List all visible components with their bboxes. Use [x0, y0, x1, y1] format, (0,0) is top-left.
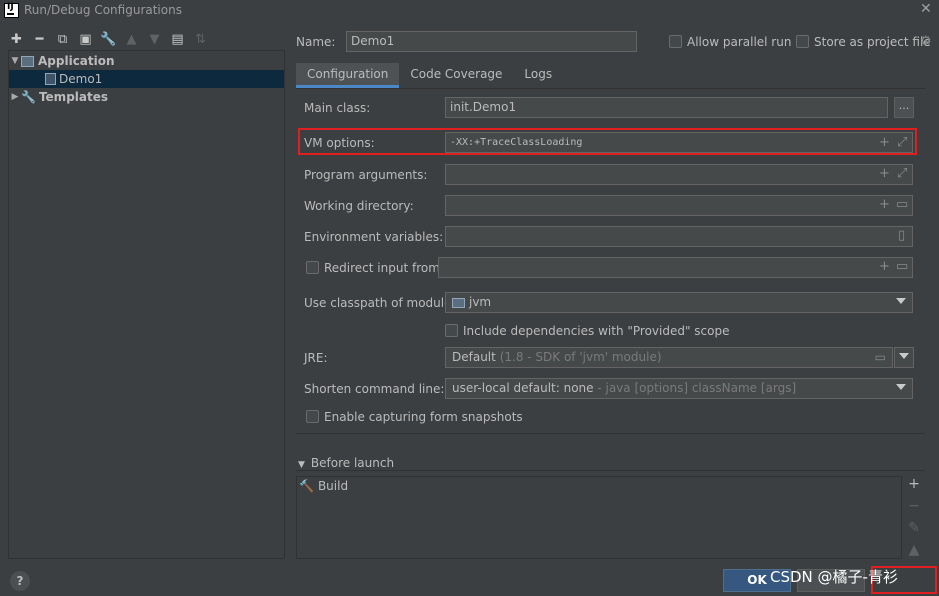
shorten-label: Shorten command line:: [304, 382, 445, 396]
chevron-down-icon: [896, 298, 906, 304]
watermark-text: CSDN @橘子-青衫: [770, 568, 898, 586]
main-class-label: Main class:: [304, 101, 371, 115]
env-vars-label: Environment variables:: [304, 230, 444, 244]
run-config-icon: [45, 73, 56, 85]
tab-configuration[interactable]: Configuration: [296, 63, 400, 88]
tree-item-label: Demo1: [59, 72, 103, 86]
module-icon: [452, 297, 465, 308]
help-button[interactable]: ?: [10, 571, 30, 591]
jre-value: Default: [452, 350, 496, 364]
working-dir-label: Working directory:: [304, 199, 414, 213]
before-launch-label: Before launch: [310, 456, 395, 470]
folder-icon[interactable]: ▭: [875, 350, 886, 364]
tab-code-coverage[interactable]: Code Coverage: [399, 63, 513, 88]
configuration-tree: ▼ Application Demo1 ▶ 🔧 Templates: [8, 50, 285, 559]
chevron-down-icon: [896, 384, 906, 390]
remove-icon[interactable]: −: [904, 498, 924, 520]
name-label: Name:: [296, 35, 336, 49]
window-title: Run/Debug Configurations: [24, 3, 182, 17]
before-launch-divider: [296, 433, 925, 434]
classpath-value: jvm: [469, 295, 492, 309]
chevron-down-icon[interactable]: ▼: [9, 56, 21, 66]
hammer-icon: 🔨: [299, 479, 314, 493]
jre-hint: (1.8 - SDK of 'jvm' module): [499, 350, 662, 364]
expand-icon[interactable]: ⤢: [897, 135, 907, 150]
chevron-down-icon: ▼: [298, 460, 305, 470]
sort-icon[interactable]: ⇅: [192, 31, 209, 48]
name-field[interactable]: Demo1: [346, 31, 637, 52]
wrench-icon[interactable]: 🔧: [100, 31, 117, 48]
jre-field[interactable]: Default (1.8 - SDK of 'jvm' module) ▭: [445, 347, 893, 368]
jre-label: JRE:: [304, 351, 328, 365]
browse-button[interactable]: ...: [894, 97, 914, 118]
include-deps-label: Include dependencies with "Provided" sco…: [463, 324, 730, 338]
folder-icon[interactable]: ▭: [896, 197, 908, 212]
remove-icon[interactable]: ━: [31, 31, 48, 48]
before-launch-header[interactable]: ▼ Before launch: [298, 456, 394, 470]
allow-parallel-checkbox[interactable]: [669, 35, 682, 48]
redirect-field[interactable]: [438, 257, 913, 278]
working-dir-field[interactable]: [445, 195, 913, 216]
program-args-label: Program arguments:: [304, 168, 428, 182]
shorten-hint: - java [options] className [args]: [597, 381, 797, 395]
before-launch-list: 🔨 Build: [296, 476, 902, 559]
snapshots-checkbox[interactable]: [306, 410, 319, 423]
add-icon[interactable]: +: [879, 135, 890, 150]
copy-icon[interactable]: ⧉: [54, 31, 71, 48]
chevron-down-icon: [899, 353, 909, 359]
allow-parallel-label: Allow parallel run: [687, 35, 792, 49]
tab-logs[interactable]: Logs: [513, 63, 563, 88]
add-icon[interactable]: +: [879, 166, 890, 181]
add-icon[interactable]: ✚: [8, 31, 25, 48]
env-vars-field[interactable]: [445, 226, 913, 247]
add-icon[interactable]: +: [879, 259, 890, 274]
application-folder-icon: [21, 55, 34, 67]
list-item[interactable]: 🔨 Build: [299, 479, 348, 493]
move-down-icon[interactable]: ▼: [146, 31, 163, 48]
store-project-checkbox[interactable]: [796, 35, 809, 48]
add-icon[interactable]: +: [904, 476, 924, 498]
vm-options-field[interactable]: -XX:+TraceClassLoading: [445, 132, 913, 153]
expand-icon[interactable]: ⤢: [897, 166, 907, 181]
folder-icon[interactable]: ▭: [896, 259, 908, 274]
redirect-label: Redirect input from:: [324, 261, 444, 275]
move-up-icon[interactable]: ▲: [904, 542, 924, 564]
new-folder-icon[interactable]: ▤: [169, 31, 186, 48]
shorten-value: user-local default: none: [452, 381, 594, 395]
edit-env-icon[interactable]: ▯: [898, 228, 905, 243]
tree-toolbar: ✚ ━ ⧉ ▣ 🔧 ▲ ▼ ▤ ⇅: [8, 30, 209, 48]
classpath-label: Use classpath of module:: [304, 296, 456, 310]
edit-icon[interactable]: ✎: [904, 520, 924, 542]
config-tabs: Configuration Code Coverage Logs: [296, 63, 563, 88]
before-launch-line: [296, 470, 925, 471]
move-up-icon[interactable]: ▲: [123, 31, 140, 48]
tree-item-label: Templates: [38, 90, 109, 104]
build-label: Build: [317, 479, 349, 493]
before-launch-toolbar: + − ✎ ▲: [904, 476, 924, 566]
classpath-select[interactable]: jvm: [445, 292, 913, 313]
tab-divider: [296, 88, 925, 89]
snapshots-label: Enable capturing form snapshots: [324, 410, 523, 424]
chevron-right-icon[interactable]: ▶: [9, 92, 21, 102]
vm-options-label: VM options:: [304, 136, 375, 150]
tree-item-templates[interactable]: ▶ 🔧 Templates: [9, 88, 284, 106]
tree-item-application[interactable]: ▼ Application: [9, 52, 284, 70]
shorten-select[interactable]: user-local default: none - java [options…: [445, 378, 913, 399]
gear-icon[interactable]: ⚙: [920, 34, 932, 49]
intellij-logo-icon: IJ: [4, 3, 19, 18]
wrench-icon: 🔧: [21, 90, 36, 104]
main-class-field[interactable]: init.Demo1: [445, 97, 888, 118]
tree-item-label: Application: [38, 54, 115, 68]
store-project-label: Store as project file: [814, 35, 931, 49]
tree-item-demo1[interactable]: Demo1: [9, 70, 284, 88]
close-icon[interactable]: ✕: [920, 1, 932, 17]
jre-dropdown-button[interactable]: [894, 347, 914, 368]
include-deps-checkbox[interactable]: [445, 324, 458, 337]
program-args-field[interactable]: [445, 164, 913, 185]
add-icon[interactable]: +: [879, 197, 890, 212]
redirect-checkbox[interactable]: [306, 261, 319, 274]
save-icon[interactable]: ▣: [77, 31, 94, 48]
